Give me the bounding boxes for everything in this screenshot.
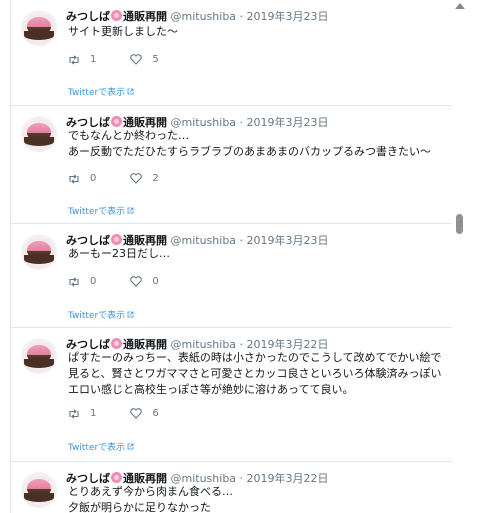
- like-button[interactable]: 2: [130, 173, 159, 184]
- scrollbar-thumb[interactable]: [456, 214, 463, 234]
- view-on-twitter-label: Twitterで表示: [68, 88, 126, 98]
- user-handle[interactable]: @mitushiba: [171, 10, 237, 23]
- retweet-count: 1: [90, 54, 97, 65]
- tweet-item[interactable]: みつしば 通販再開 @mitushiba · 2019年3月22日 ぱすたーのみっ…: [11, 328, 453, 462]
- user-name[interactable]: みつしば: [66, 10, 110, 23]
- avatar[interactable]: [21, 116, 57, 152]
- tweet-item[interactable]: みつしば 通販再開 @mitushiba · 2019年3月23日 サイト更新しま…: [11, 0, 453, 106]
- retweet-count: 0: [90, 276, 97, 287]
- like-button[interactable]: 6: [130, 408, 159, 419]
- pink-heart-emoji-icon: [111, 10, 122, 21]
- pink-heart-emoji-icon: [111, 116, 122, 127]
- tweet-text-line: サイト更新しました〜: [68, 25, 178, 38]
- tweet-item[interactable]: みつしば 通販再開 @mitushiba · 2019年3月23日 あーもー23日…: [11, 224, 453, 328]
- retweet-button[interactable]: 0: [68, 173, 96, 184]
- avatar[interactable]: [21, 472, 57, 508]
- like-count: 2: [152, 173, 159, 184]
- tweet-text-line: あー反動でただひたすらラブラブのあまあまのバカップるみつ書きたい〜: [68, 145, 431, 158]
- tweet-item[interactable]: みつしば 通販再開 @mitushiba · 2019年3月23日 でもなんとか終…: [11, 106, 453, 224]
- retweet-button[interactable]: 1: [68, 54, 96, 65]
- tweet-actions: 0 0: [68, 276, 193, 287]
- view-on-twitter-link[interactable]: Twitterで表示: [68, 308, 134, 321]
- external-link-icon: [127, 311, 134, 318]
- tweet-text: ぱすたーのみっちー、表紙の時は小さかったのでこうして改めてでかい絵で 見ると、賢…: [68, 350, 448, 398]
- retweet-icon: [69, 173, 79, 184]
- retweet-icon: [69, 276, 79, 287]
- scrollbar[interactable]: [452, 0, 467, 513]
- tweet-text-line: あーもー23日だし…: [68, 247, 170, 260]
- external-link-icon: [127, 88, 134, 95]
- tweet-text: でもなんとか終わった… あー反動でただひたすらラブラブのあまあまのバカップるみつ…: [68, 128, 448, 160]
- retweet-count: 1: [90, 408, 97, 419]
- tweet-text-line: エロい感じと高校生っぽさ等が絶妙に溶けあってて良い。: [68, 383, 354, 396]
- view-on-twitter-label: Twitterで表示: [68, 311, 126, 321]
- tweet-text: サイト更新しました〜: [68, 24, 448, 40]
- tweet-text: あーもー23日だし…: [68, 246, 448, 262]
- tweet-date[interactable]: · 2019年3月23日: [240, 10, 329, 23]
- heart-icon: [130, 276, 143, 287]
- user-name-suffix[interactable]: 通販再開: [123, 10, 167, 23]
- heart-icon: [130, 54, 143, 65]
- pink-heart-emoji-icon: [111, 338, 122, 349]
- avatar[interactable]: [21, 338, 57, 374]
- retweet-button[interactable]: 0: [68, 276, 96, 287]
- tweet-timeline: みつしば 通販再開 @mitushiba · 2019年3月23日 サイト更新しま…: [10, 0, 454, 513]
- like-button[interactable]: 0: [130, 276, 159, 287]
- view-on-twitter-label: Twitterで表示: [68, 207, 126, 217]
- tweet-text-line: でもなんとか終わった…: [68, 129, 189, 142]
- like-count: 0: [152, 276, 159, 287]
- external-link-icon: [127, 207, 134, 214]
- tweet-header: みつしば 通販再開 @mitushiba · 2019年3月23日: [66, 8, 329, 24]
- tweet-text: とりあえず今から肉まん食べる… 夕飯が明らかに足りなかった: [68, 484, 448, 513]
- pink-heart-emoji-icon: [111, 234, 122, 245]
- tweet-text-line: 夕飯が明らかに足りなかった: [68, 501, 211, 513]
- external-link-icon: [127, 443, 134, 450]
- tweet-actions: 1 5: [68, 54, 193, 65]
- retweet-icon: [69, 408, 79, 419]
- retweet-button[interactable]: 1: [68, 408, 96, 419]
- view-on-twitter-link[interactable]: Twitterで表示: [68, 204, 134, 217]
- tweet-actions: 1 6: [68, 408, 193, 419]
- retweet-count: 0: [90, 173, 97, 184]
- like-button[interactable]: 5: [130, 54, 159, 65]
- tweet-item[interactable]: みつしば 通販再開 @mitushiba · 2019年3月22日 とりあえず今か…: [11, 462, 453, 513]
- avatar[interactable]: [21, 234, 57, 270]
- view-on-twitter-link[interactable]: Twitterで表示: [68, 440, 134, 453]
- tweet-actions: 0 2: [68, 173, 193, 184]
- view-on-twitter-label: Twitterで表示: [68, 443, 126, 453]
- avatar[interactable]: [21, 10, 57, 46]
- heart-icon: [130, 408, 143, 419]
- like-count: 5: [152, 54, 159, 65]
- like-count: 6: [152, 408, 159, 419]
- tweet-text-line: とりあえず今から肉まん食べる…: [68, 485, 233, 498]
- tweet-text-line: ぱすたーのみっちー、表紙の時は小さかったのでこうして改めてでかい絵で: [68, 351, 442, 364]
- pink-heart-emoji-icon: [111, 472, 122, 483]
- view-on-twitter-link[interactable]: Twitterで表示: [68, 85, 134, 98]
- scroll-up-arrow-icon[interactable]: [455, 3, 465, 9]
- tweet-text-line: 見ると、賢さとワガママさと可愛さとカッコ良さといろいろ体験済みっぽい: [68, 367, 442, 380]
- heart-icon: [130, 173, 143, 184]
- retweet-icon: [69, 54, 79, 65]
